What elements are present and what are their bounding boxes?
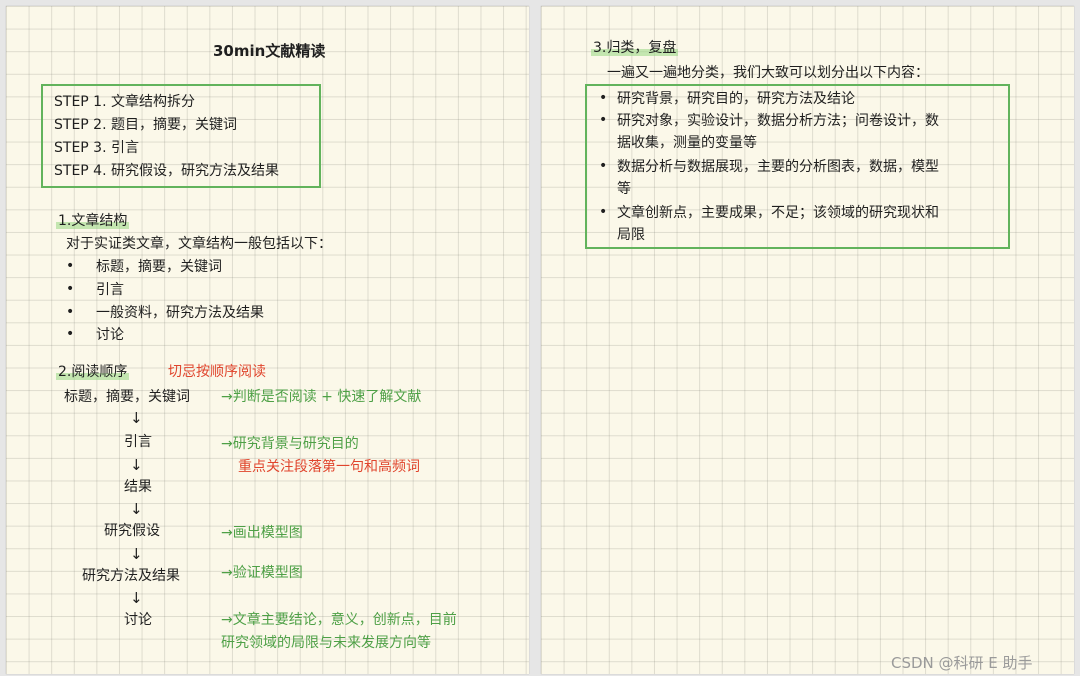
bullet-dot: • xyxy=(599,204,608,220)
section1-item: 标题，摘要，关键词 xyxy=(96,259,222,275)
summary-item: 数据分析与数据展现，主要的分析图表，数据，模型 xyxy=(617,159,939,175)
down-arrow-icon: ↓ xyxy=(130,545,143,563)
section1-item: 一般资料，研究方法及结果 xyxy=(96,305,264,321)
watermark: CSDN @科研 E 助手 xyxy=(891,654,1033,672)
flow-comment: →画出模型图 xyxy=(221,525,303,541)
flow-step-intro: 引言 xyxy=(124,434,152,450)
flow-step-methods: 研究方法及结果 xyxy=(82,568,180,584)
down-arrow-icon: ↓ xyxy=(130,589,143,607)
bullet-dot: • xyxy=(66,258,75,274)
step-3: STEP 3. 引言 xyxy=(54,140,139,156)
down-arrow-icon: ↓ xyxy=(130,409,143,427)
flow-step-discussion: 讨论 xyxy=(124,612,152,628)
step-4: STEP 4. 研究假设，研究方法及结果 xyxy=(54,163,279,179)
right-notebook-page: 3.归类，复盘 一遍又一遍地分类，我们大致可以划分出以下内容： • 研究背景，研… xyxy=(541,6,1074,674)
bullet-dot: • xyxy=(599,158,608,174)
section2-note: 切忌按顺序阅读 xyxy=(168,364,266,380)
section1-intro: 对于实证类文章，文章结构一般包括以下： xyxy=(66,236,332,252)
section2-heading: 2.阅读顺序 xyxy=(56,364,130,380)
section3-heading: 3.归类，复盘 xyxy=(591,40,679,56)
flow-comment: →判断是否阅读 + 快速了解文献 xyxy=(221,389,422,405)
flow-step-title: 标题，摘要，关键词 xyxy=(64,389,190,405)
section3-intro: 一遍又一遍地分类，我们大致可以划分出以下内容： xyxy=(607,65,929,81)
bullet-dot: • xyxy=(66,281,75,297)
bullet-dot: • xyxy=(599,112,608,128)
step-2: STEP 2. 题目，摘要，关键词 xyxy=(54,117,237,133)
bullet-dot: • xyxy=(66,304,75,320)
step-1: STEP 1. 文章结构拆分 xyxy=(54,94,195,110)
summary-item: 文章创新点，主要成果，不足；该领域的研究现状和 xyxy=(617,205,939,221)
page-title: 30min文献精读 xyxy=(213,42,326,60)
down-arrow-icon: ↓ xyxy=(130,456,143,474)
flow-comment: →研究背景与研究目的 xyxy=(221,436,359,452)
section1-item: 引言 xyxy=(96,282,124,298)
flow-step-hypothesis: 研究假设 xyxy=(104,523,160,539)
flow-comment: 研究领域的局限与未来发展方向等 xyxy=(221,635,431,651)
section1-item: 讨论 xyxy=(96,327,124,343)
bullet-dot: • xyxy=(66,326,75,342)
down-arrow-icon: ↓ xyxy=(130,500,143,518)
summary-item: 研究背景，研究目的，研究方法及结论 xyxy=(617,91,855,107)
summary-item-cont: 据收集，测量的变量等 xyxy=(617,135,757,151)
flow-emphasis: 重点关注段落第一句和高频词 xyxy=(238,459,420,475)
flow-comment: →验证模型图 xyxy=(221,565,303,581)
flow-step-results: 结果 xyxy=(124,479,152,495)
left-notebook-page: 30min文献精读 STEP 1. 文章结构拆分 STEP 2. 题目，摘要，关… xyxy=(6,6,529,674)
bullet-dot: • xyxy=(599,90,608,106)
summary-item: 研究对象，实验设计，数据分析方法；问卷设计，数 xyxy=(617,113,939,129)
summary-item-cont: 局限 xyxy=(617,227,645,243)
flow-comment: →文章主要结论，意义，创新点，目前 xyxy=(221,612,457,628)
section1-heading: 1.文章结构 xyxy=(56,213,130,229)
summary-item-cont: 等 xyxy=(617,181,631,197)
